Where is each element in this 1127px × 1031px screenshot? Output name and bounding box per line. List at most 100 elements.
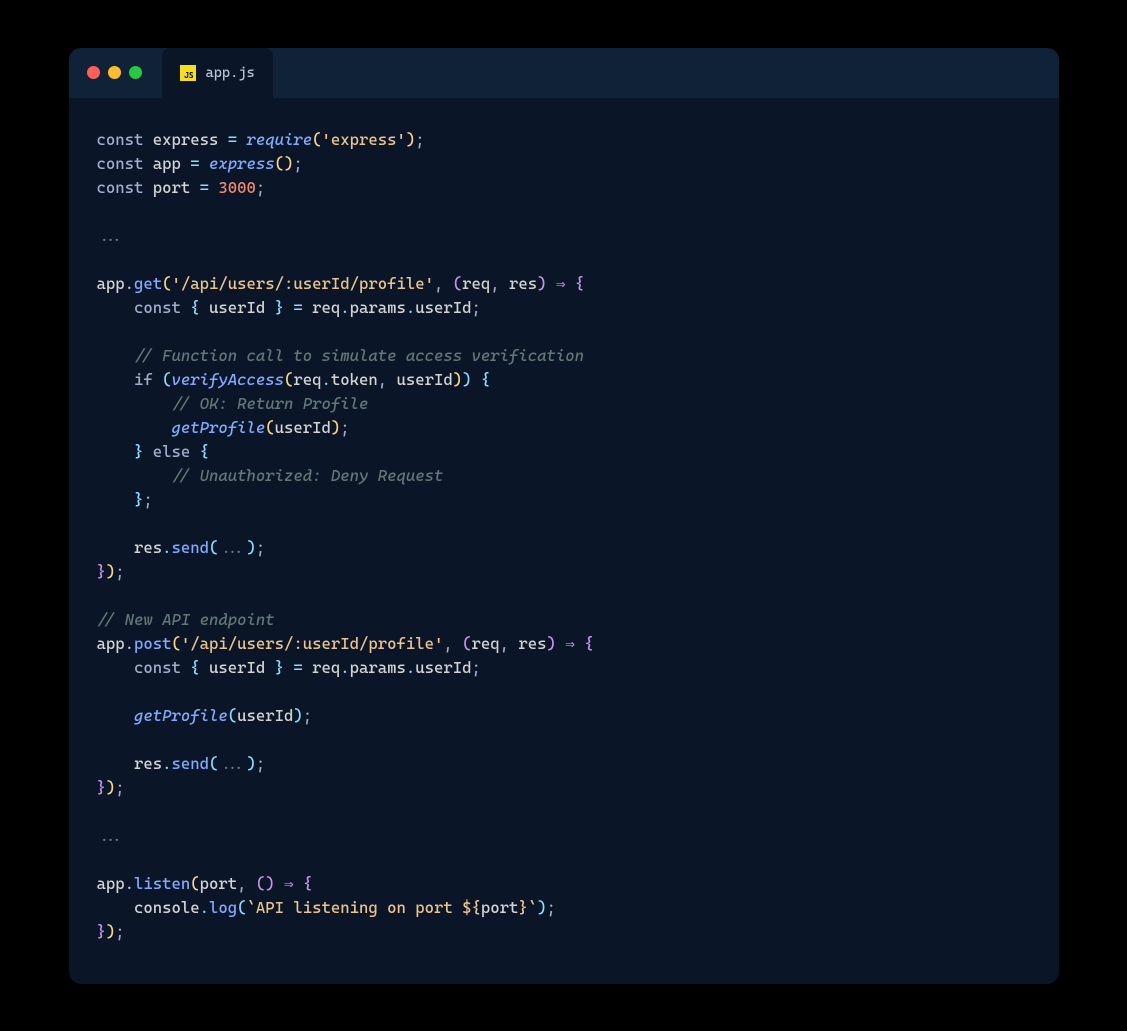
identifier: req [293,370,321,389]
paren: ) [106,778,115,797]
punct: , [443,634,452,653]
template-expr: } [518,898,527,917]
function-call: require [247,130,313,149]
property: params [350,658,406,677]
identifier: port [153,178,191,197]
punct: , [500,634,509,653]
dot: . [340,298,349,317]
paren: ) [106,922,115,941]
punct: , [434,274,443,293]
identifier: app [153,154,181,173]
file-tab[interactable]: JS app.js [162,48,273,98]
brace: } [275,658,284,677]
identifier: app [97,274,125,293]
brace: { [190,298,199,317]
paren: ( [462,634,471,653]
paren: ( [162,370,171,389]
paren: ) [537,898,546,917]
punct: ; [472,298,481,317]
identifier: express [153,130,219,149]
dot: . [125,274,134,293]
paren: ) [406,130,415,149]
identifier: console [134,898,200,917]
method: send [172,538,210,557]
identifier: req [312,658,340,677]
brace: } [97,922,106,941]
paren: ) [547,634,556,653]
operator: = [293,658,302,677]
paren: ) [247,538,256,557]
paren: ) [106,562,115,581]
paren: ( [265,418,274,437]
method: post [134,634,172,653]
paren: ) [331,418,340,437]
template-string: ` [528,898,537,917]
identifier: res [134,754,162,773]
paren: ( [172,634,181,653]
paren: () [256,874,275,893]
keyword: const [134,298,181,317]
close-button[interactable] [87,66,100,79]
brace: } [134,490,143,509]
ellipsis: ... [218,538,246,557]
comment: // Unauthorized: Deny Request [172,466,444,485]
punct: ; [415,130,424,149]
function-call: express [209,154,275,173]
keyword: else [153,442,191,461]
method: log [209,898,237,917]
template-expr: ${ [462,898,481,917]
identifier: userId [209,298,265,317]
operator: = [293,298,302,317]
keyword: const [134,658,181,677]
punct: ; [143,490,152,509]
method: listen [134,874,190,893]
dot: . [125,634,134,653]
function-call: getProfile [134,706,228,725]
paren: ) [462,370,471,389]
property: userId [415,298,471,317]
comment: // Function call to simulate access veri… [134,346,584,365]
punct: ; [472,658,481,677]
punct: ; [256,538,265,557]
punct: ; [256,754,265,773]
paren: ) [537,274,546,293]
paren: () [275,154,294,173]
titlebar: JS app.js [69,48,1059,98]
operator: = [190,154,199,173]
comment: // OK: Return Profile [172,394,369,413]
editor-window: JS app.js const express = require('expre… [69,48,1059,984]
identifier: app [97,874,125,893]
traffic-lights [87,66,142,79]
string: '/api/users/:userId/profile' [181,634,444,653]
dot: . [322,370,331,389]
keyword: const [97,154,144,173]
number: 3000 [218,178,256,197]
template-string: ` [247,898,256,917]
identifier: app [97,634,125,653]
tab-filename: app.js [206,65,255,81]
code-editor[interactable]: const express = require('express'); cons… [69,98,1059,984]
paren: ( [190,874,199,893]
punct: ; [547,898,556,917]
punct: ; [293,154,302,173]
minimize-button[interactable] [108,66,121,79]
brace: { [190,658,199,677]
paren: ) [293,706,302,725]
maximize-button[interactable] [129,66,142,79]
method: send [172,754,210,773]
punct: , [490,274,499,293]
punct: ; [340,418,349,437]
dot: . [125,874,134,893]
paren: ( [209,538,218,557]
dot: . [406,658,415,677]
punct: ; [115,562,124,581]
brace: { [584,634,593,653]
dot: . [162,538,171,557]
brace: { [481,370,490,389]
method: get [134,274,162,293]
paren: ( [237,898,246,917]
brace: } [97,562,106,581]
punct: , [237,874,246,893]
keyword: if [134,370,153,389]
property: params [350,298,406,317]
